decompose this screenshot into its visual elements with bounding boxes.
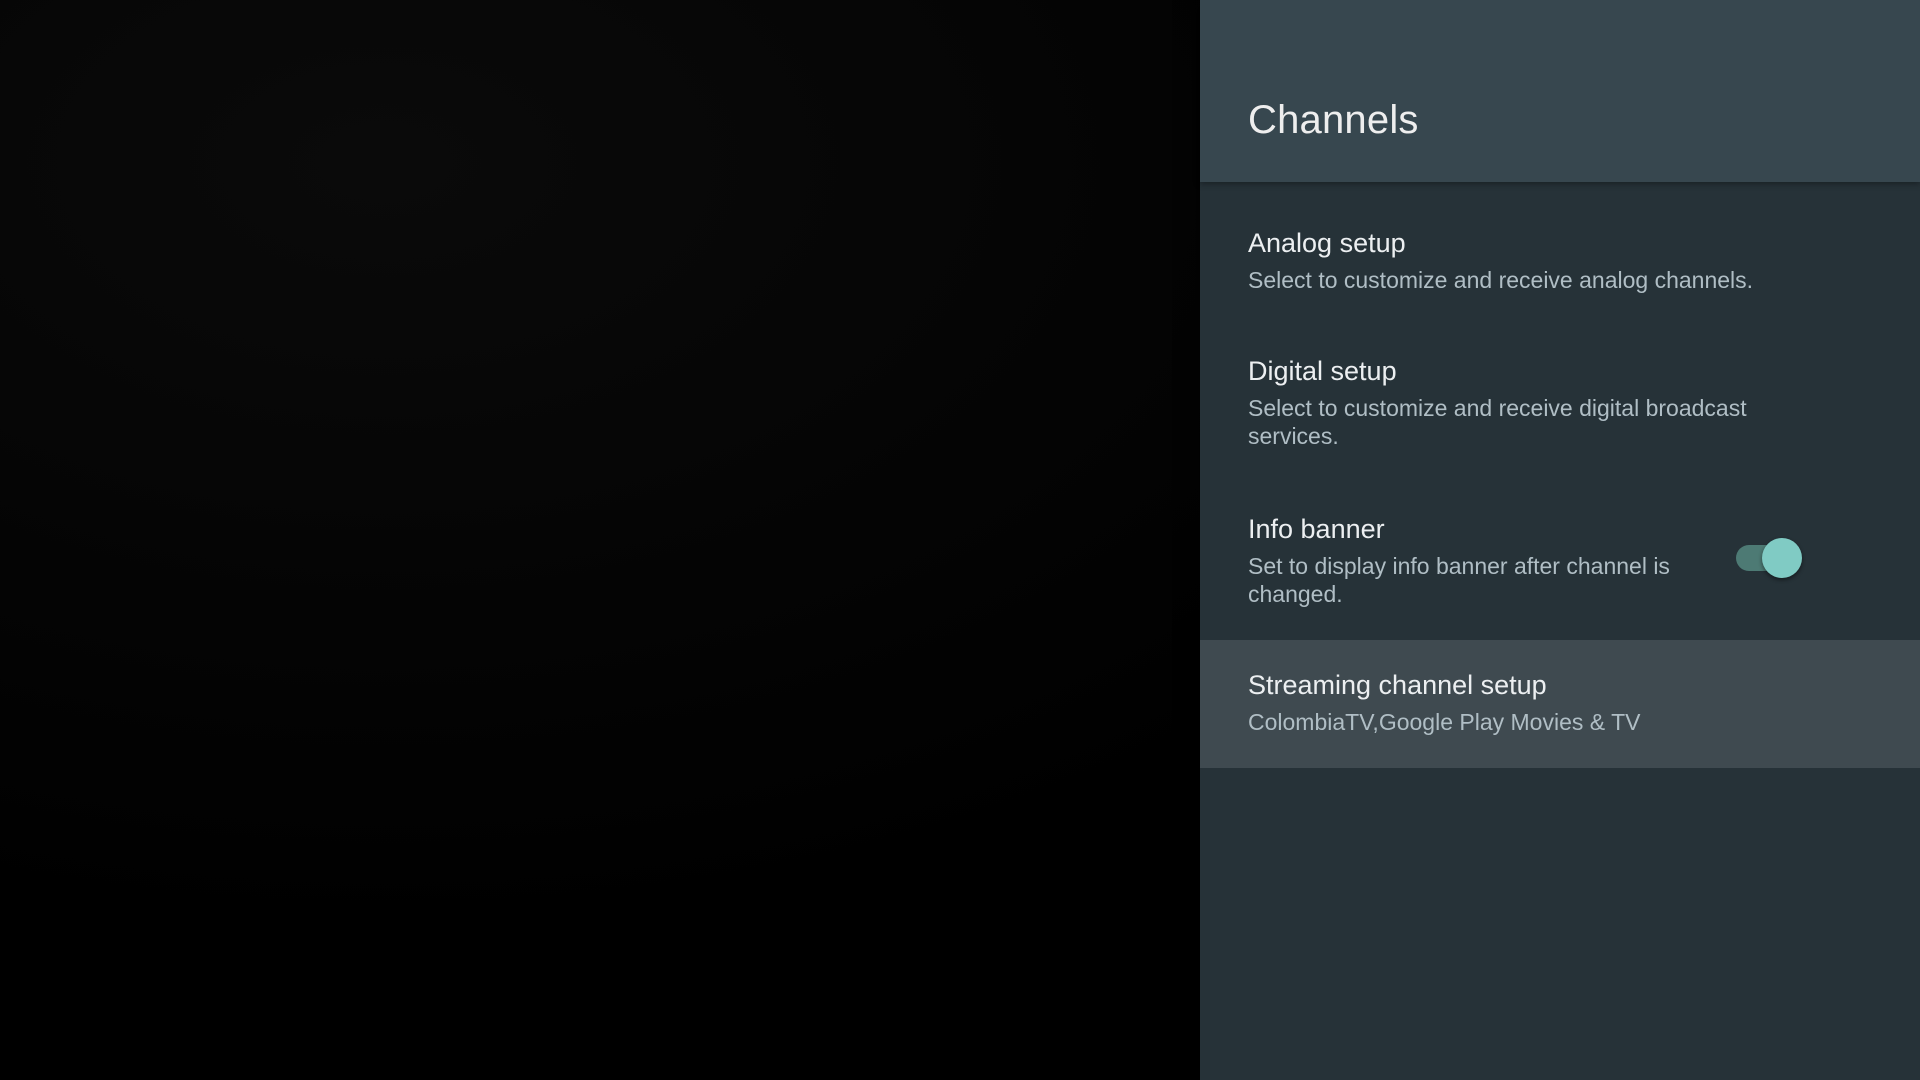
info-banner-summary: Set to display info banner after channel…	[1248, 553, 1670, 607]
analog-setup-title: Analog setup	[1248, 228, 1406, 258]
digital-setup-title: Digital setup	[1248, 356, 1397, 386]
tv-screen: Channels Analog setup Select to customiz…	[0, 0, 1920, 1080]
page-title: Channels	[1248, 98, 1419, 142]
settings-list: Analog setup Select to customize and rec…	[1200, 182, 1920, 768]
panel-header: Channels	[1200, 0, 1920, 182]
streaming-channel-setup-title: Streaming channel setup	[1248, 670, 1547, 700]
analog-setup-summary: Select to customize and receive analog c…	[1248, 267, 1754, 293]
digital-setup-item[interactable]: Digital setup Select to customize and re…	[1200, 326, 1920, 484]
streaming-channel-setup-item[interactable]: Streaming channel setup ColombiaTV,Googl…	[1200, 640, 1920, 768]
background-content-area	[0, 0, 1200, 1080]
streaming-channel-setup-summary: ColombiaTV,Google Play Movies & TV	[1248, 709, 1641, 735]
digital-setup-summary: Select to customize and receive digital …	[1248, 395, 1747, 449]
info-banner-toggle[interactable]	[1736, 536, 1802, 578]
toggle-thumb	[1762, 538, 1802, 578]
analog-setup-item[interactable]: Analog setup Select to customize and rec…	[1200, 198, 1920, 326]
info-banner-item[interactable]: Info banner Set to display info banner a…	[1200, 484, 1920, 640]
settings-panel: Channels Analog setup Select to customiz…	[1200, 0, 1920, 1080]
